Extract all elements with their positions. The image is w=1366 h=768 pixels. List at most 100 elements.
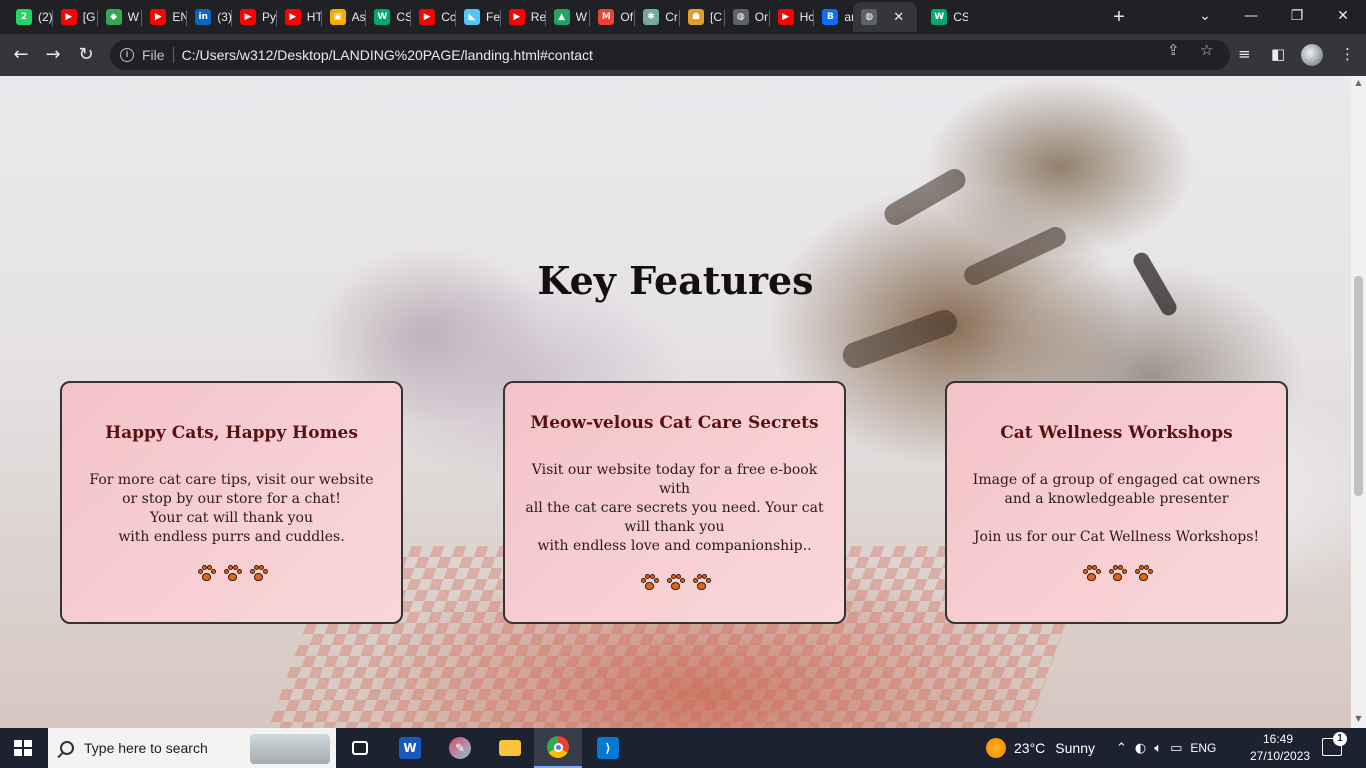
browser-tab[interactable]: ◍ ✕ [853, 2, 918, 32]
browser-tab[interactable]: ▶ EN [142, 2, 187, 32]
tab-title: W [575, 10, 587, 24]
browser-tab[interactable]: ◣ Fe [456, 2, 501, 32]
site-info-icon[interactable]: i [120, 48, 134, 62]
close-tab-icon[interactable]: ✕ [893, 9, 904, 25]
browser-tab[interactable]: in (3) [187, 2, 232, 32]
clock[interactable]: 16:49 27/10/2023 [1250, 731, 1310, 765]
network-icon[interactable]: ▭ [1170, 741, 1182, 756]
minimize-button[interactable]: — [1236, 4, 1266, 28]
browser-tab[interactable]: M Of [590, 2, 635, 32]
paw-print-icon [692, 574, 711, 592]
weather-temp: 23°C [1014, 740, 1046, 756]
youtube-icon: ▶ [777, 9, 794, 25]
vscode-icon[interactable]: ⟩ [584, 728, 632, 768]
close-window-button[interactable]: ✕ [1328, 4, 1358, 28]
bookmark-star-icon[interactable]: ☆ [1200, 41, 1213, 59]
scheme-label: File [142, 47, 165, 63]
section-heading: Key Features [537, 258, 814, 303]
tab-title: (2) [38, 10, 53, 24]
task-view-icon[interactable] [336, 728, 384, 768]
whatsapp-icon: 2 [16, 9, 32, 25]
share-icon[interactable]: ⇪ [1167, 41, 1180, 59]
feature-card: Meow-velous Cat Care Secrets Visit our w… [503, 381, 846, 624]
restore-button[interactable]: ❐ [1282, 4, 1312, 28]
linkedin-icon: in [195, 9, 212, 25]
feature-card-body: For more cat care tips, visit our websit… [80, 471, 383, 547]
chevron-up-icon[interactable]: ⌃ [1116, 741, 1127, 756]
feature-card-title: Happy Cats, Happy Homes [105, 422, 358, 443]
browser-tab[interactable]: ☗ [C [680, 2, 725, 32]
chatgpt-icon: ✱ [643, 9, 660, 25]
browser-tab[interactable]: ◍ Or [725, 2, 770, 32]
paw-print-icon [1082, 564, 1101, 583]
browser-tab[interactable]: ▶ Cc [411, 2, 456, 32]
taskbar-search[interactable]: Type here to search [48, 728, 336, 768]
drive-icon: ▲ [553, 9, 570, 25]
browser-tab[interactable]: 2 (2) [8, 2, 53, 32]
word-icon[interactable]: W [386, 728, 434, 768]
new-tab-button[interactable]: + [1108, 6, 1130, 28]
chrome-icon[interactable] [534, 728, 582, 768]
card-line: with endless purrs and cuddles. [118, 528, 345, 545]
tab-title: EN [172, 10, 188, 24]
back-button[interactable]: ← [9, 43, 33, 67]
page-scrollbar[interactable]: ▲ ▼ [1351, 76, 1366, 728]
w3schools-icon: W [931, 9, 948, 25]
globe-icon: ◍ [861, 9, 878, 25]
side-panel-icon[interactable]: ◧ [1271, 45, 1285, 63]
browser-tab[interactable]: ◆ W [98, 2, 143, 32]
address-bar[interactable]: i File C:/Users/w312/Desktop/LANDING%20P… [110, 40, 1230, 70]
windows-start-icon[interactable] [14, 740, 32, 756]
youtube-icon: ▶ [240, 9, 256, 25]
tab-title: Fe [486, 10, 501, 24]
forward-button[interactable]: → [41, 43, 65, 67]
card-line: Image of a group of engaged cat owners a… [972, 471, 1261, 507]
badge-icon: ☗ [688, 9, 704, 25]
feature-card: Cat Wellness Workshops Image of a group … [945, 381, 1288, 624]
feature-card-body: Image of a group of engaged cat owners a… [965, 471, 1268, 547]
paw-print-icon [223, 564, 242, 583]
language-indicator[interactable]: ENG [1190, 741, 1216, 755]
media-control-icon[interactable]: ≡ [1238, 45, 1251, 63]
volume-icon[interactable]: 🔈︎ [1154, 741, 1162, 756]
paw-print-icon [1134, 564, 1153, 583]
paw-prints [1082, 564, 1153, 583]
background-fur-stripe [839, 306, 961, 372]
browser-tab[interactable]: ▶ [G [53, 2, 98, 32]
paw-prints [640, 574, 711, 592]
windows-taskbar: Type here to search W ✎ ⟩ 23°C Sunny ⌃ ◐… [0, 728, 1366, 768]
url-text[interactable]: C:/Users/w312/Desktop/LANDING%20PAGE/lan… [182, 47, 593, 63]
card-blank-line [965, 509, 1268, 528]
reload-button[interactable]: ↻ [74, 43, 98, 67]
feature-card-body: Visit our website today for a free e-boo… [523, 461, 826, 556]
system-tray: ⌃ ◐ 🔈︎ ▭ ENG [1116, 728, 1216, 768]
card-line: Your cat will thank you [149, 509, 314, 526]
card-line: all the cat care secrets you need. Your … [525, 500, 824, 535]
scroll-down-arrow-icon[interactable]: ▼ [1354, 714, 1363, 723]
card-line: Visit our website today for a free e-boo… [531, 462, 818, 497]
paint-icon[interactable]: ✎ [436, 728, 484, 768]
tab-title: Or [754, 10, 769, 24]
menu-kebab-icon[interactable]: ⋮ [1340, 45, 1355, 63]
youtube-icon: ▶ [150, 9, 167, 25]
profile-avatar[interactable] [1301, 44, 1323, 66]
browser-tab[interactable]: ▶ Hc [770, 2, 815, 32]
browser-tab[interactable]: ▲ W [546, 2, 591, 32]
browser-tab[interactable]: ▶ Re [501, 2, 546, 32]
weather-widget[interactable]: 23°C Sunny [986, 728, 1095, 768]
tab-search-icon[interactable]: ⌄ [1190, 4, 1220, 28]
scroll-up-arrow-icon[interactable]: ▲ [1354, 78, 1363, 87]
copilot-icon[interactable]: ◐ [1135, 741, 1146, 756]
feature-card-title: Cat Wellness Workshops [1000, 422, 1233, 443]
tab-title: [G [82, 10, 96, 24]
browser-tab[interactable]: ▶ Py [232, 2, 277, 32]
scrollbar-thumb[interactable] [1354, 276, 1363, 496]
browser-tab[interactable]: W CS [366, 2, 411, 32]
file-explorer-icon[interactable] [486, 728, 534, 768]
maps-icon: ◆ [105, 9, 122, 25]
browser-tab[interactable]: ✱ Cr [635, 2, 680, 32]
browser-tab[interactable]: ▶ HT [277, 2, 322, 32]
browser-tab[interactable]: ▣ As [322, 2, 367, 32]
browser-tab[interactable]: W CS [923, 2, 968, 32]
search-placeholder: Type here to search [84, 740, 208, 756]
